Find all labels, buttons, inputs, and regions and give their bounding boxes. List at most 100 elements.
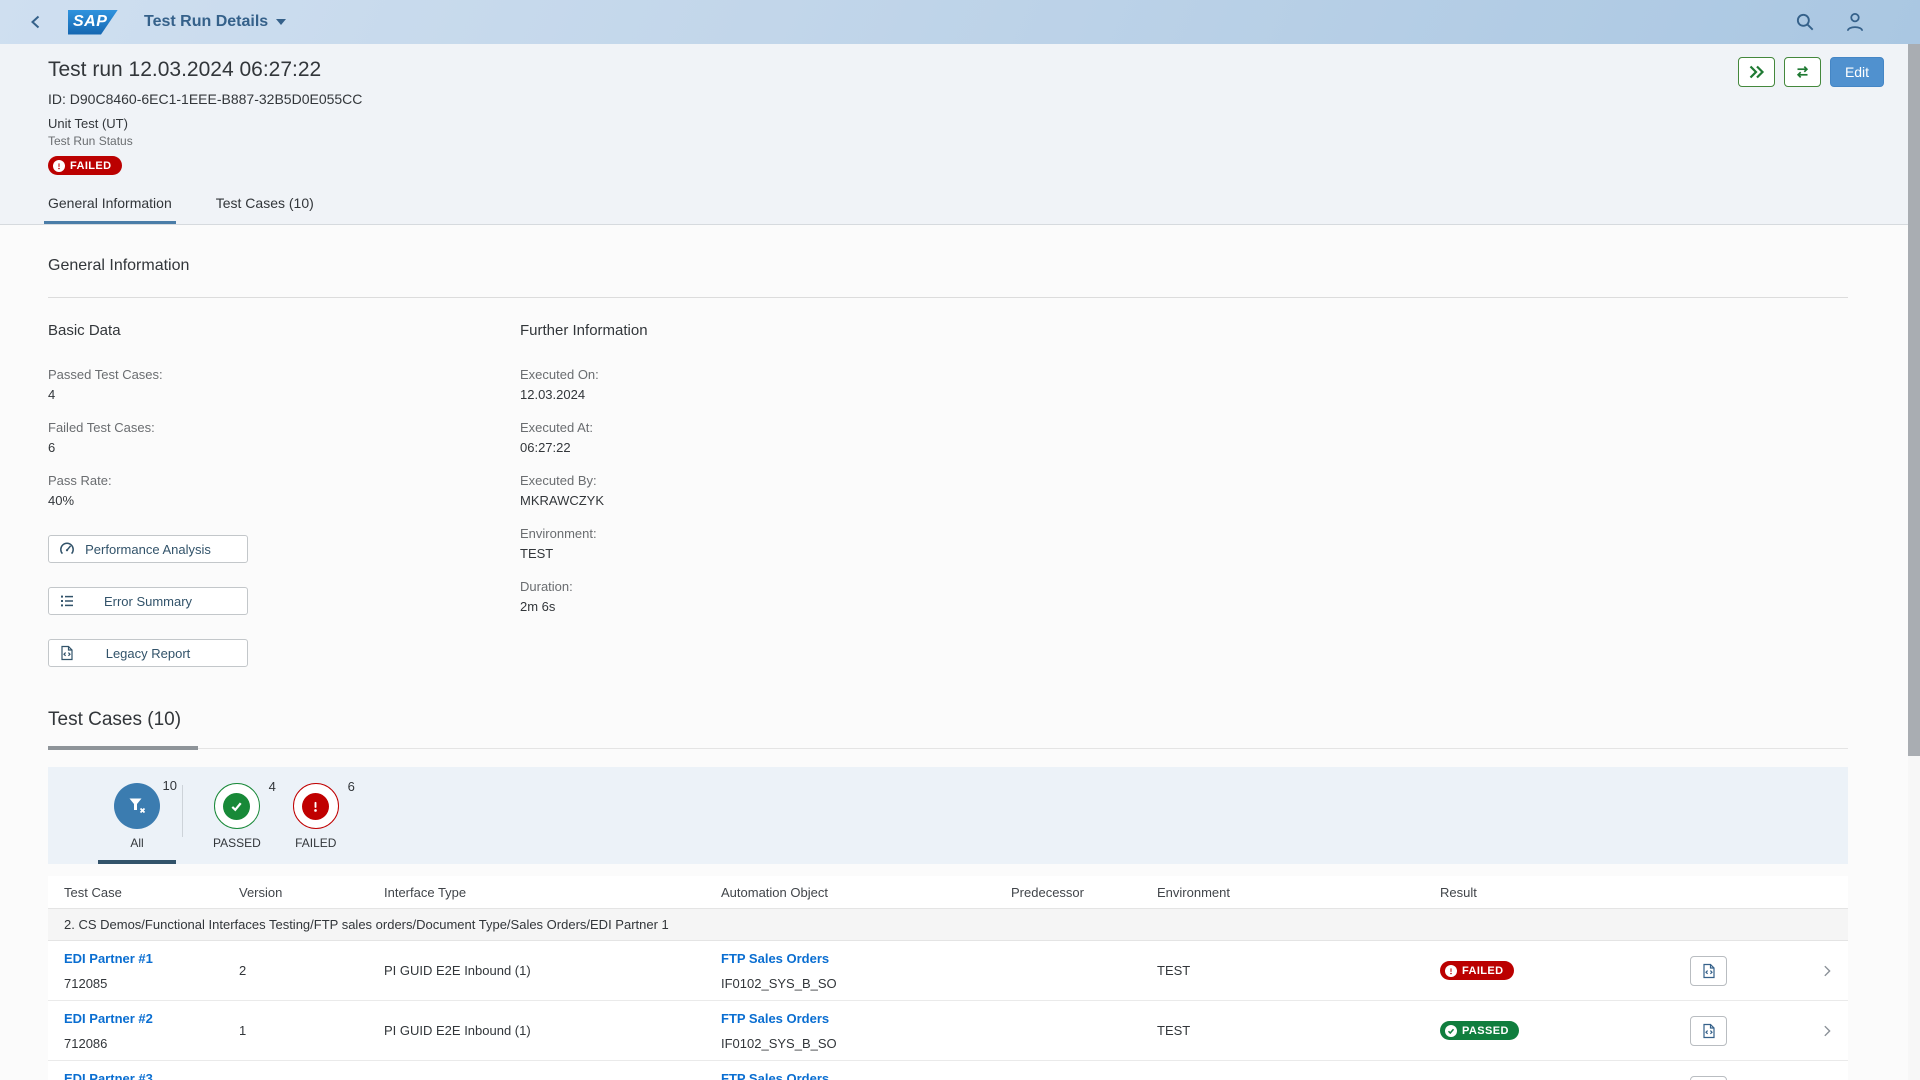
button-label: Error Summary xyxy=(104,594,192,609)
chevron-right-icon[interactable] xyxy=(1820,964,1834,978)
vertical-scrollbar[interactable] xyxy=(1908,44,1920,1080)
filter-separator xyxy=(182,785,183,837)
field-label: Pass Rate: xyxy=(48,471,520,491)
version-cell: 1 xyxy=(239,1023,384,1038)
field-label: Duration: xyxy=(520,577,1848,597)
test-case-link[interactable]: EDI Partner #1 xyxy=(64,951,239,966)
section-title-test-cases: Test Cases (10) xyxy=(48,709,1848,731)
test-case-id: 712086 xyxy=(64,1036,239,1051)
field-label: Passed Test Cases: xyxy=(48,365,520,385)
user-profile-icon[interactable] xyxy=(1844,11,1866,33)
filter-tab-failed[interactable]: 6 FAILED xyxy=(277,783,355,864)
test-case-link[interactable]: EDI Partner #2 xyxy=(64,1011,239,1026)
field-value: 40% xyxy=(48,491,520,511)
filter-count: 10 xyxy=(163,778,177,793)
field-pass-rate: Pass Rate: 40% xyxy=(48,471,520,511)
automation-object-link[interactable]: FTP Sales Orders xyxy=(721,1071,1011,1080)
column-header-environment: Environment xyxy=(1157,885,1440,900)
app-title-text: Test Run Details xyxy=(144,13,268,31)
filter-clear-icon xyxy=(127,796,147,816)
result-badge: FAILED xyxy=(1440,961,1514,980)
tab-test-cases[interactable]: Test Cases (10) xyxy=(216,195,314,224)
field-value: 06:27:22 xyxy=(520,438,1848,458)
chevron-down-icon xyxy=(276,19,286,25)
result-badge-icon xyxy=(1445,1025,1457,1037)
table-row[interactable]: EDI Partner #1 712085 2 PI GUID E2E Inbo… xyxy=(48,941,1848,1001)
group-label: 2. CS Demos/Functional Interfaces Testin… xyxy=(64,917,669,932)
bulleted-list-icon xyxy=(59,593,75,609)
refresh-icon xyxy=(1794,64,1811,80)
test-case-id: 712085 xyxy=(64,976,239,991)
field-label: Executed At: xyxy=(520,418,1848,438)
error-icon xyxy=(53,160,65,172)
edit-button[interactable]: Edit xyxy=(1830,57,1884,87)
environment-cell: TEST xyxy=(1157,963,1440,978)
table-row[interactable]: EDI Partner #3 712087 1 PI GUID E2E Inbo… xyxy=(48,1061,1848,1080)
result-badge-icon xyxy=(1445,965,1457,977)
field-duration: Duration: 2m 6s xyxy=(520,577,1848,617)
field-label: Executed By: xyxy=(520,471,1848,491)
column-header-interface-type: Interface Type xyxy=(384,885,721,900)
field-value: 12.03.2024 xyxy=(520,385,1848,405)
performance-analysis-button[interactable]: Performance Analysis xyxy=(48,535,248,563)
field-value: MKRAWCZYK xyxy=(520,491,1848,511)
group-title-basic-data: Basic Data xyxy=(48,322,520,339)
page-title: Test run 12.03.2024 06:27:22 xyxy=(48,58,1872,82)
version-cell: 2 xyxy=(239,963,384,978)
test-case-link[interactable]: EDI Partner #3 xyxy=(64,1071,239,1080)
status-caption: Test Run Status xyxy=(48,134,1872,148)
error-summary-button[interactable]: Error Summary xyxy=(48,587,248,615)
legacy-report-button[interactable]: Legacy Report xyxy=(48,639,248,667)
scrollbar-thumb[interactable] xyxy=(1908,44,1920,756)
automation-object-link[interactable]: FTP Sales Orders xyxy=(721,951,1011,966)
result-badge: PASSED xyxy=(1440,1021,1519,1040)
filter-tab-passed[interactable]: 4 PASSED xyxy=(197,783,277,864)
environment-cell: TEST xyxy=(1157,1023,1440,1038)
column-header-automation-object: Automation Object xyxy=(721,885,1011,900)
column-header-result: Result xyxy=(1440,885,1690,900)
filter-label: PASSED xyxy=(213,836,261,850)
test-case-filter-bar: 10 All 4 PASSED xyxy=(48,767,1848,864)
field-executed-on: Executed On: 12.03.2024 xyxy=(520,365,1848,405)
field-environment: Environment: TEST xyxy=(520,524,1848,564)
field-label: Executed On: xyxy=(520,365,1848,385)
table-row[interactable]: EDI Partner #2 712086 1 PI GUID E2E Inbo… xyxy=(48,1001,1848,1061)
error-exclamation-icon xyxy=(308,799,323,814)
field-executed-by: Executed By: MKRAWCZYK xyxy=(520,471,1848,511)
section-divider xyxy=(48,297,1848,298)
app-title-menu[interactable]: Test Run Details xyxy=(144,13,286,31)
field-value: 4 xyxy=(48,385,520,405)
legacy-report-row-button[interactable] xyxy=(1690,1016,1727,1046)
status-badge-text: FAILED xyxy=(70,160,112,172)
tab-general-information[interactable]: General Information xyxy=(48,195,172,224)
document-code-icon xyxy=(59,645,75,661)
filter-tab-all[interactable]: 10 All xyxy=(98,783,176,864)
section-divider xyxy=(48,748,1848,749)
search-icon[interactable] xyxy=(1794,11,1816,33)
table-group-row: 2. CS Demos/Functional Interfaces Testin… xyxy=(48,909,1848,941)
result-badge-text: FAILED xyxy=(1462,965,1504,977)
test-run-id: ID: D90C8460-6EC1-1EEE-B887-32B5D0E055CC xyxy=(48,91,1872,107)
test-type-label: Unit Test (UT) xyxy=(48,116,1872,131)
field-value: 6 xyxy=(48,438,520,458)
table-header-row: Test Case Version Interface Type Automat… xyxy=(48,876,1848,909)
legacy-report-row-button[interactable] xyxy=(1690,956,1727,986)
document-code-icon xyxy=(1701,1023,1717,1039)
legacy-report-row-button[interactable] xyxy=(1690,1076,1727,1080)
further-information-group: Further Information Executed On: 12.03.2… xyxy=(520,322,1848,667)
refresh-button[interactable] xyxy=(1784,57,1821,87)
chevron-right-icon[interactable] xyxy=(1820,1024,1834,1038)
back-button[interactable] xyxy=(22,8,50,36)
gauge-icon xyxy=(59,541,75,557)
filter-label: FAILED xyxy=(295,836,336,850)
section-title-general-information: General Information xyxy=(48,257,1848,275)
run-again-button[interactable] xyxy=(1738,57,1775,87)
automation-object-link[interactable]: FTP Sales Orders xyxy=(721,1011,1011,1026)
group-title-further-information: Further Information xyxy=(520,322,1848,339)
basic-data-group: Basic Data Passed Test Cases: 4 Failed T… xyxy=(48,322,520,667)
automation-object-id: IF0102_SYS_B_SO xyxy=(721,976,1011,991)
success-check-icon xyxy=(229,799,244,814)
filter-count: 4 xyxy=(269,779,276,794)
column-header-version: Version xyxy=(239,885,384,900)
sap-logo-text: SAP xyxy=(73,13,107,31)
